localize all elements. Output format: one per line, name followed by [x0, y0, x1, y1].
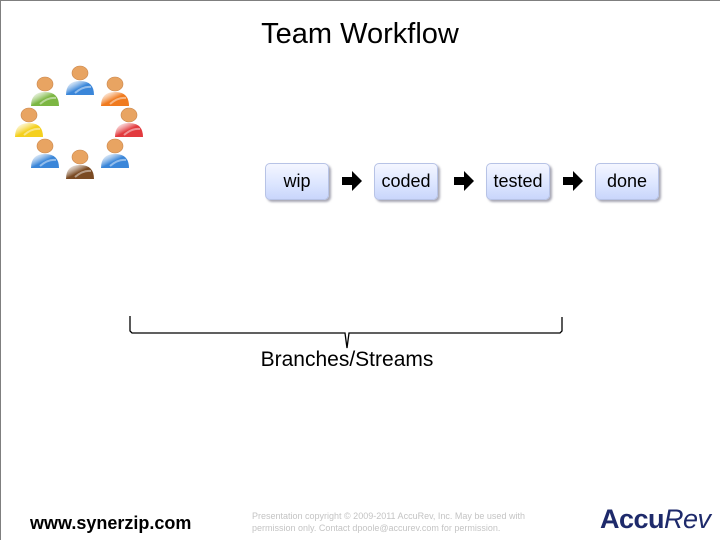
- person-icon: [28, 75, 62, 107]
- slide-frame-left-border: [0, 0, 1, 540]
- person-icon: [98, 137, 132, 169]
- person-icon: [63, 64, 97, 96]
- person-icon: [63, 148, 97, 180]
- person-icon: [112, 106, 146, 138]
- person-icon: [98, 75, 132, 107]
- bracket-label: Branches/Streams: [260, 348, 434, 371]
- stage-tested: tested: [486, 163, 550, 200]
- accurev-logo: AccuRev: [600, 504, 711, 535]
- copyright-line-2: permission only. Contact dpoole@accurev.…: [252, 523, 501, 533]
- right-arrow-icon: [563, 171, 583, 191]
- footer-url: www.synerzip.com: [30, 513, 192, 533]
- logo-text-rev: Rev: [664, 504, 711, 534]
- right-arrow-icon: [454, 171, 474, 191]
- slide-title: Team Workflow: [261, 18, 459, 50]
- logo-text-accu: Accu: [600, 504, 665, 534]
- person-icon: [12, 106, 46, 138]
- slide-frame-top-border: [0, 0, 720, 1]
- person-icon: [28, 137, 62, 169]
- stage-coded: coded: [374, 163, 438, 200]
- copyright-notice: Presentation copyright © 2009-2011 AccuR…: [252, 510, 562, 534]
- right-arrow-icon: [342, 171, 362, 191]
- copyright-line-1: Presentation copyright © 2009-2011 AccuR…: [252, 511, 525, 521]
- team-people-circle-icon: [8, 60, 153, 200]
- stage-done: done: [595, 163, 659, 200]
- stage-wip: wip: [265, 163, 329, 200]
